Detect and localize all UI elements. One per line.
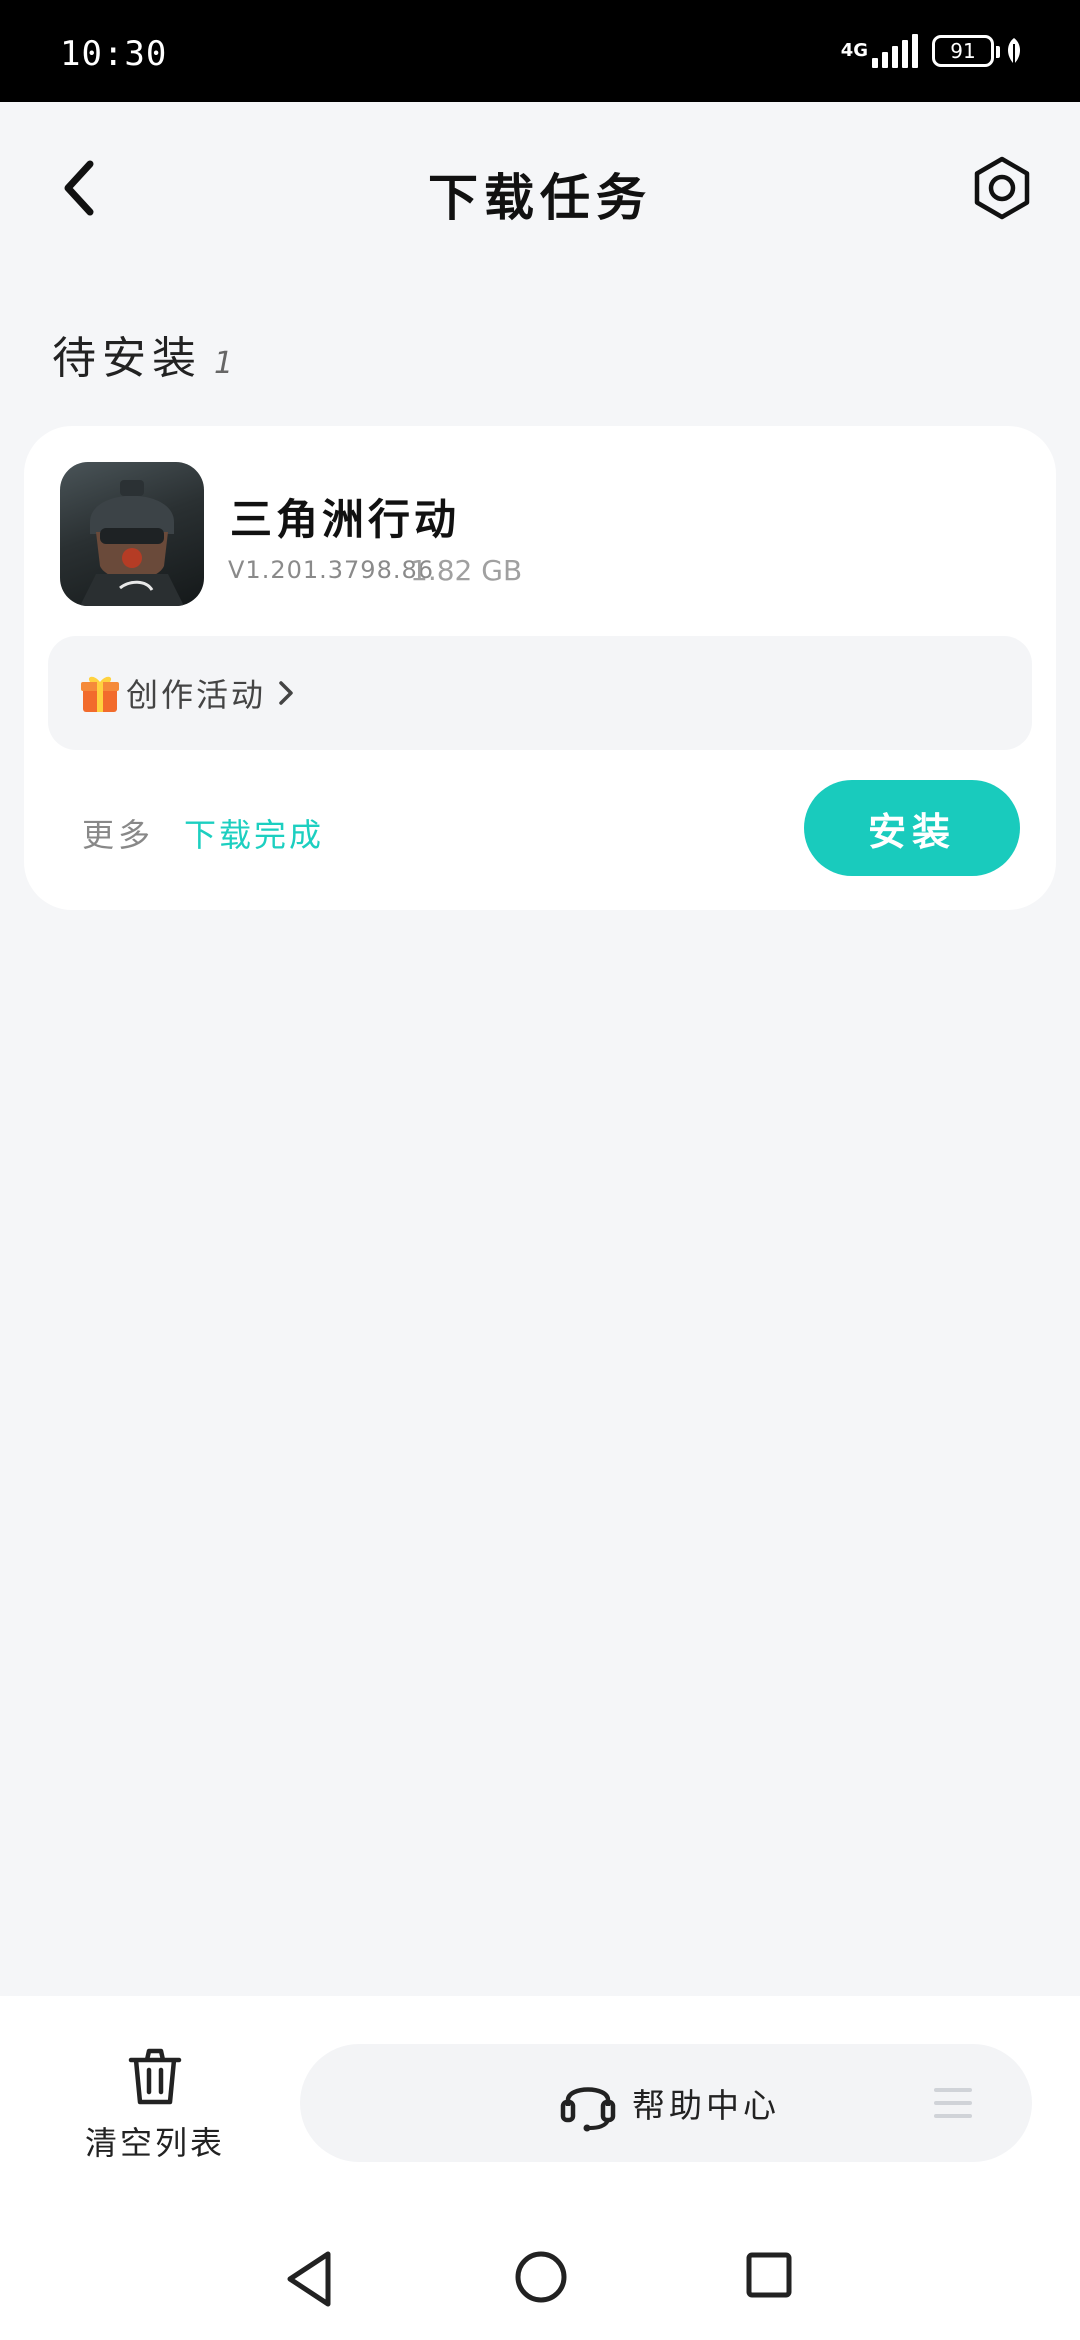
section-title-label: 待安装 [52,333,202,384]
menu-icon[interactable] [934,2086,972,2120]
battery-level: 91 [950,39,976,63]
help-center-button[interactable]: 帮助中心 [300,2044,1032,2162]
nav-home-icon[interactable] [514,2250,568,2304]
system-nav-bar [0,2230,1080,2340]
gift-icon [81,676,119,712]
install-button[interactable]: 安装 [804,780,1020,876]
section-title: 待安装 1 [52,322,239,386]
status-indicators: 4G 91 [841,28,1024,74]
soldier-artwork-icon [80,480,184,606]
app-size: 1.82 GB [410,554,523,587]
signal-icon [872,34,918,68]
section-count: 1 [214,346,240,381]
battery-icon: 91 [932,35,1000,67]
headset-icon [560,2087,616,2132]
download-status: 下载完成 [184,816,325,854]
app-version: V1.201.3798.86 [228,556,434,584]
nav-recents-icon[interactable] [746,2252,792,2298]
leaf-icon [1008,38,1020,64]
nav-back-icon[interactable] [284,2250,334,2308]
page-title: 下载任务 [428,169,652,227]
trash-icon [128,2048,182,2105]
clear-list-button[interactable]: 清空列表 [70,2046,240,2166]
help-center-label: 帮助中心 [632,2086,780,2125]
status-bar: 10:30 4G 91 [0,0,1080,102]
clear-list-label: 清空列表 [84,2124,225,2162]
app-icon [60,462,204,606]
app-name: 三角洲行动 [230,495,461,544]
settings-button[interactable] [968,154,1036,222]
network-type: 4G [840,40,868,61]
download-task-card: 三角洲行动 V1.201.3798.86 1.82 GB 创作活动 更多 下载完… [24,426,1056,910]
settings-hexagon-icon [974,156,1030,220]
more-button[interactable]: 更多 [82,810,154,856]
help-center-content: 帮助中心 [560,2074,780,2132]
chevron-right-icon [279,681,293,705]
promo-activity-row[interactable]: 创作活动 [48,636,1032,750]
status-time: 10:30 [60,34,168,74]
header: 下载任务 [0,102,1080,272]
promo-label: 创作活动 [126,676,267,714]
